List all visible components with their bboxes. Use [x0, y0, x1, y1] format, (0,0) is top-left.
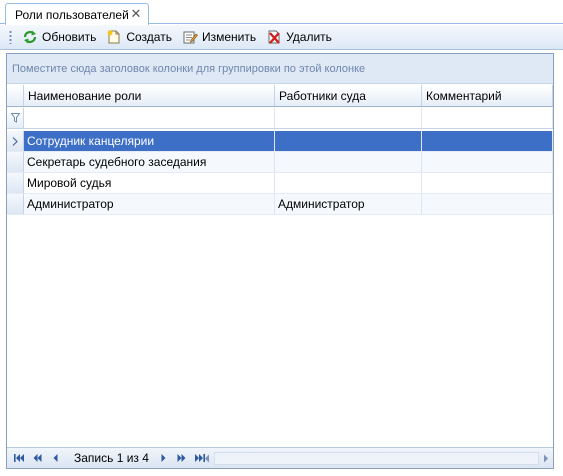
toolbar-grip[interactable]: [9, 30, 12, 44]
cell-role-name[interactable]: Сотрудник канцелярии: [24, 131, 275, 151]
row-indicator: [7, 152, 24, 172]
cell-comment[interactable]: [422, 152, 553, 172]
horizontal-scrollbar[interactable]: [202, 451, 551, 466]
next-record-icon[interactable]: [157, 451, 171, 465]
grid-rows: Сотрудник канцелярии Секретарь судебного…: [7, 131, 553, 215]
cell-court-workers[interactable]: [275, 173, 422, 193]
table-row[interactable]: Мировой судья: [7, 173, 553, 194]
delete-button[interactable]: Удалить: [262, 27, 336, 48]
table-row[interactable]: Сотрудник канцелярии: [7, 131, 553, 152]
close-icon[interactable]: ✕: [130, 7, 142, 21]
scroll-left-icon[interactable]: [204, 454, 210, 463]
delete-label: Удалить: [286, 30, 332, 44]
roles-grid: Поместите сюда заголовок колонки для гру…: [6, 53, 554, 469]
next-page-icon[interactable]: [175, 451, 189, 465]
row-indicator: [7, 194, 24, 214]
tab-title: Роли пользователей: [15, 7, 129, 22]
table-row[interactable]: Секретарь судебного заседания: [7, 152, 553, 173]
refresh-icon: [22, 29, 38, 45]
edit-label: Изменить: [201, 30, 257, 44]
previous-page-icon[interactable]: [30, 451, 44, 465]
column-header-comment[interactable]: Комментарий: [422, 85, 553, 106]
header-indicator: [7, 85, 24, 106]
filter-icon: [7, 108, 24, 128]
first-record-icon[interactable]: [12, 451, 26, 465]
cell-role-name[interactable]: Мировой судья: [24, 173, 275, 193]
cell-comment[interactable]: [422, 131, 553, 151]
column-header-row: Наименование роли Работники суда Коммент…: [7, 85, 553, 107]
tab-strip: Роли пользователей ✕: [0, 0, 563, 25]
column-header-role-name[interactable]: Наименование роли: [24, 85, 275, 106]
new-document-icon: [106, 29, 122, 45]
edit-icon: [182, 29, 198, 45]
cell-role-name[interactable]: Администратор: [24, 194, 275, 214]
scroll-right-icon[interactable]: [543, 454, 549, 463]
create-label: Создать: [126, 30, 172, 44]
filter-cell-comment[interactable]: [422, 108, 553, 128]
column-header-court-workers[interactable]: Работники суда: [275, 85, 422, 106]
scrollbar-track[interactable]: [214, 452, 539, 465]
previous-record-icon[interactable]: [48, 451, 62, 465]
cell-court-workers[interactable]: [275, 152, 422, 172]
record-counter: Запись 1 из 4: [74, 451, 149, 465]
table-row[interactable]: Администратор Администратор: [7, 194, 553, 215]
refresh-label: Обновить: [42, 30, 97, 44]
delete-icon: [266, 29, 282, 45]
tab-user-roles[interactable]: Роли пользователей ✕: [5, 3, 149, 25]
record-navigator: Запись 1 из 4: [7, 447, 553, 468]
toolbar: Обновить Создать Изменить Удалить: [0, 25, 563, 50]
group-panel[interactable]: Поместите сюда заголовок колонки для гру…: [7, 54, 553, 84]
create-button[interactable]: Создать: [102, 27, 176, 48]
cell-comment[interactable]: [422, 173, 553, 193]
row-indicator: [7, 173, 24, 193]
row-indicator-icon: [7, 131, 24, 151]
filter-cell-role-name[interactable]: [24, 108, 275, 128]
cell-court-workers[interactable]: Администратор: [275, 194, 422, 214]
group-panel-hint: Поместите сюда заголовок колонки для гру…: [12, 62, 366, 75]
auto-filter-row: [7, 108, 553, 129]
edit-button[interactable]: Изменить: [178, 27, 260, 48]
filter-cell-court-workers[interactable]: [275, 108, 422, 128]
refresh-button[interactable]: Обновить: [18, 27, 100, 48]
cell-court-workers[interactable]: [275, 131, 422, 151]
cell-role-name[interactable]: Секретарь судебного заседания: [24, 152, 275, 172]
cell-comment[interactable]: [422, 194, 553, 214]
